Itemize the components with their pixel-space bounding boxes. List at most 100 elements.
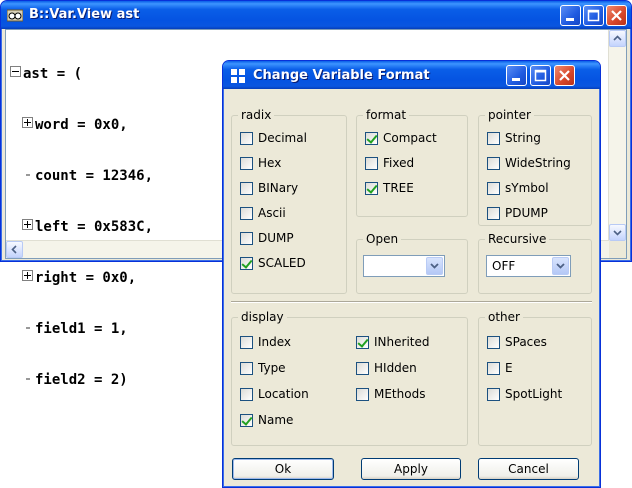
chevron-down-icon [430,263,439,269]
checkbox-box[interactable] [240,335,253,349]
leaf-icon [26,378,30,380]
radix-ascii-checkbox[interactable]: Ascii [240,205,286,221]
expand-icon[interactable] [22,219,33,230]
radix-label: radix [238,108,275,122]
var-view-titlebar[interactable]: B::Var.View ast [1,1,631,29]
arrow-up-icon [613,35,622,41]
var-view-title: B::Var.View ast [29,7,140,22]
checkbox-box[interactable] [365,156,378,170]
pointer-pdump-checkbox[interactable]: PDUMP [487,205,548,221]
scroll-up-button[interactable] [609,30,626,47]
display-group: display Index Type Location Name INherit… [231,310,468,446]
dialog-close-button[interactable] [554,65,575,86]
other-group: other SPaces E SpotLight [478,310,592,446]
maximize-icon [587,9,600,22]
pointer-group: pointer String WideString sYmbol PDUMP [478,108,592,226]
checkbox-box[interactable] [240,413,253,427]
recursive-group: Recursive OFF [478,232,592,294]
scroll-down-button[interactable] [609,224,626,241]
other-label: other [485,310,523,324]
checkbox-box[interactable] [356,387,369,401]
format-tree-checkbox[interactable]: TREE [365,180,414,196]
leaf-icon [26,174,30,176]
dropdown-button[interactable] [426,257,443,275]
other-e-checkbox[interactable]: E [487,360,513,376]
tree-line[interactable]: word = 0x0, [10,117,153,134]
checkbox-box[interactable] [487,156,500,170]
dialog-titlebar[interactable]: Change Variable Format [223,61,600,89]
change-format-dialog: Change Variable Format radix Decimal Hex… [222,60,601,488]
checkbox-box[interactable] [240,156,253,170]
tree-line[interactable]: left = 0x583C, [10,219,153,236]
minimize-button[interactable] [560,5,581,26]
tree-line[interactable]: ast = ( [10,66,153,83]
checkbox-box[interactable] [365,181,378,195]
other-spaces-checkbox[interactable]: SPaces [487,334,547,350]
display-location-checkbox[interactable]: Location [240,386,309,402]
checkbox-box[interactable] [356,361,369,375]
radix-decimal-checkbox[interactable]: Decimal [240,130,307,146]
radix-hex-checkbox[interactable]: Hex [240,155,281,171]
checkbox-box[interactable] [487,335,500,349]
divider [231,301,592,303]
dropdown-button[interactable] [552,257,569,275]
checkbox-box[interactable] [240,131,253,145]
format-group: format Compact Fixed TREE [356,108,468,217]
close-button[interactable] [606,5,627,26]
display-name-checkbox[interactable]: Name [240,412,293,428]
display-inherited-checkbox[interactable]: INherited [356,334,429,350]
dialog-maximize-button[interactable] [530,65,551,86]
checkbox-box[interactable] [240,206,253,220]
arrow-left-icon [11,245,17,254]
grid-icon [231,69,245,83]
recursive-select-value: OFF [492,259,516,273]
pointer-label: pointer [485,108,534,122]
pointer-string-checkbox[interactable]: String [487,130,541,146]
radix-binary-checkbox[interactable]: BINary [240,180,298,196]
open-label: Open [363,232,402,246]
pointer-widestring-checkbox[interactable]: WideString [487,155,571,171]
tree-line[interactable]: field1 = 1, [10,321,153,338]
maximize-button[interactable] [583,5,604,26]
expand-icon[interactable] [22,270,33,281]
dialog-minimize-button[interactable] [506,65,527,86]
collapse-icon[interactable] [10,66,21,77]
checkbox-box[interactable] [240,387,253,401]
recursive-select[interactable]: OFF [486,255,571,277]
display-hidden-checkbox[interactable]: HIdden [356,360,417,376]
checkbox-box[interactable] [356,335,369,349]
checkbox-box[interactable] [487,131,500,145]
format-compact-checkbox[interactable]: Compact [365,130,437,146]
checkbox-box[interactable] [240,231,253,245]
checkbox-box[interactable] [365,131,378,145]
open-group: Open [356,232,468,294]
cancel-button[interactable]: Cancel [478,458,579,480]
size-grip[interactable] [609,241,626,258]
display-index-checkbox[interactable]: Index [240,334,291,350]
close-icon [559,70,570,81]
format-fixed-checkbox[interactable]: Fixed [365,155,414,171]
tree-line[interactable]: field2 = 2) [10,372,153,389]
checkbox-box[interactable] [487,206,500,220]
apply-button[interactable]: Apply [361,458,461,480]
vertical-scrollbar[interactable] [608,30,626,241]
tree-line[interactable]: right = 0x0, [10,270,153,287]
checkbox-box[interactable] [487,361,500,375]
checkbox-box[interactable] [240,361,253,375]
checkbox-box[interactable] [240,256,253,270]
display-type-checkbox[interactable]: Type [240,360,286,376]
checkbox-box[interactable] [487,181,500,195]
checkbox-box[interactable] [240,181,253,195]
open-select[interactable] [363,255,445,277]
scroll-left-button[interactable] [6,241,23,258]
pointer-symbol-checkbox[interactable]: sYmbol [487,180,549,196]
display-methods-checkbox[interactable]: MEthods [356,386,425,402]
other-spotlight-checkbox[interactable]: SpotLight [487,386,562,402]
ok-button[interactable]: Ok [232,458,334,480]
expand-icon[interactable] [22,117,33,128]
radix-scaled-checkbox[interactable]: SCALED [240,255,306,271]
checkbox-box[interactable] [487,387,500,401]
tree-line[interactable]: count = 12346, [10,168,153,185]
format-label: format [363,108,410,122]
radix-dump-checkbox[interactable]: DUMP [240,230,294,246]
